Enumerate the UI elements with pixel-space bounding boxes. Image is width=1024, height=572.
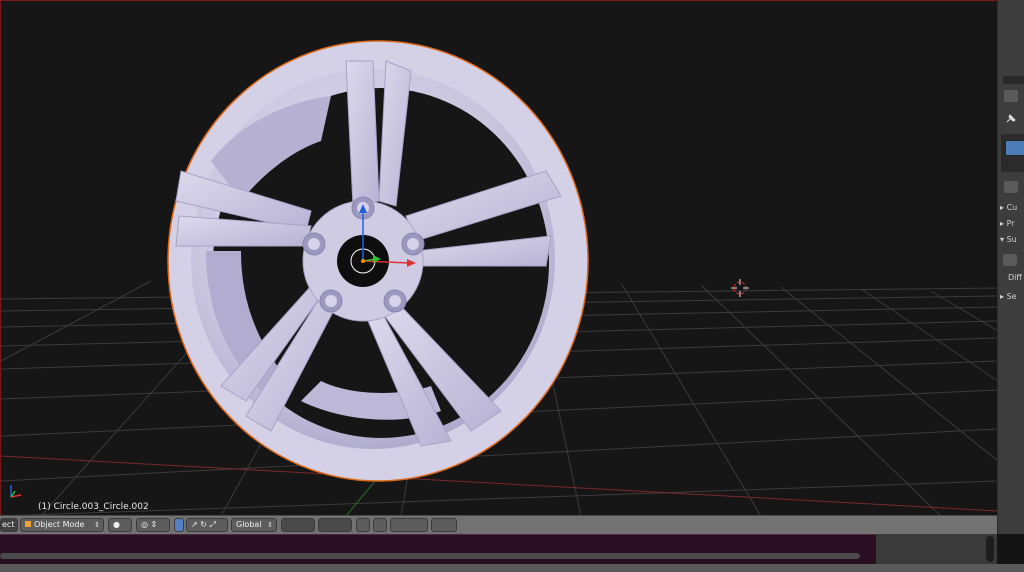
- mode-label: Object Mode: [34, 520, 85, 529]
- manipulator-buttons[interactable]: ↗ ↻ ⤢: [186, 518, 228, 532]
- shader-icon[interactable]: [1003, 254, 1017, 266]
- proportional-edit-icon[interactable]: [373, 518, 387, 532]
- panel-section-2[interactable]: ▸ Pr: [1000, 219, 1015, 228]
- mode-select[interactable]: Object Mode ⇕: [20, 518, 104, 532]
- layer-grid-icon[interactable]: [318, 518, 352, 532]
- material-icon[interactable]: [1004, 181, 1018, 193]
- panel-section-label: Su: [1006, 235, 1017, 244]
- timeline-scrollbar[interactable]: [0, 553, 860, 559]
- pin-icon[interactable]: [1004, 112, 1018, 124]
- 3d-cursor-icon: [731, 279, 749, 297]
- material-swatch[interactable]: [1005, 140, 1024, 156]
- panel-section-1[interactable]: ▸ Cu: [1000, 203, 1017, 212]
- pivot-select[interactable]: ◎ ⇕: [136, 518, 170, 532]
- cube-icon: [25, 521, 31, 527]
- panel-section-label: Cu: [1006, 203, 1018, 212]
- transform-icons: ↗ ↻ ⤢: [191, 520, 216, 529]
- side-scrollbar[interactable]: [986, 536, 994, 562]
- timeline-side: [876, 534, 997, 564]
- view-icon[interactable]: [1004, 90, 1018, 102]
- orientation-select[interactable]: Global ⇕: [231, 518, 277, 532]
- chevron-updown-icon: ⇕: [267, 521, 273, 529]
- panel-scroll-icon[interactable]: [1003, 76, 1024, 84]
- panel-section-3[interactable]: ▾ Su: [1000, 235, 1017, 244]
- chevron-updown-icon: ⇕: [94, 521, 100, 529]
- axis-widget-icon: [10, 485, 22, 498]
- viewport-header: ect Object Mode ⇕ ● ◎ ⇕ ↗ ↻ ⤢ Global ⇕: [0, 515, 997, 534]
- snap-icon[interactable]: [390, 518, 428, 532]
- panel-section-label: Se: [1006, 292, 1017, 301]
- 3d-viewport[interactable]: (1) Circle.003_Circle.002: [0, 0, 997, 515]
- bottom-toolbar: [0, 564, 1024, 572]
- viewport-shade-icon: ●: [113, 520, 120, 529]
- object-menu-label: ect: [2, 520, 15, 529]
- layer-grid-icon[interactable]: [281, 518, 315, 532]
- panel-field-label: Diff: [1008, 273, 1022, 282]
- properties-panel[interactable]: ▸ Cu ▸ Pr ▾ Su Diff ▸ Se: [997, 0, 1024, 534]
- pivot-icon: ◎ ⇕: [141, 520, 158, 529]
- viewport-shade-button[interactable]: ●: [108, 518, 132, 532]
- object-menu[interactable]: ect: [0, 518, 18, 532]
- orientation-label: Global: [236, 520, 262, 529]
- lock-icon[interactable]: [356, 518, 370, 532]
- viewport-canvas[interactable]: [1, 1, 997, 515]
- panel-section-label: Pr: [1006, 219, 1015, 228]
- panel-section-4[interactable]: ▸ Se: [1000, 292, 1017, 301]
- panel-field: Diff: [1008, 273, 1022, 282]
- manipulator-toggle[interactable]: [174, 518, 184, 532]
- object-label: (1) Circle.003_Circle.002: [38, 502, 149, 512]
- timeline-region[interactable]: [0, 534, 876, 565]
- x-axis-line: [1, 455, 997, 512]
- render-icon[interactable]: [431, 518, 457, 532]
